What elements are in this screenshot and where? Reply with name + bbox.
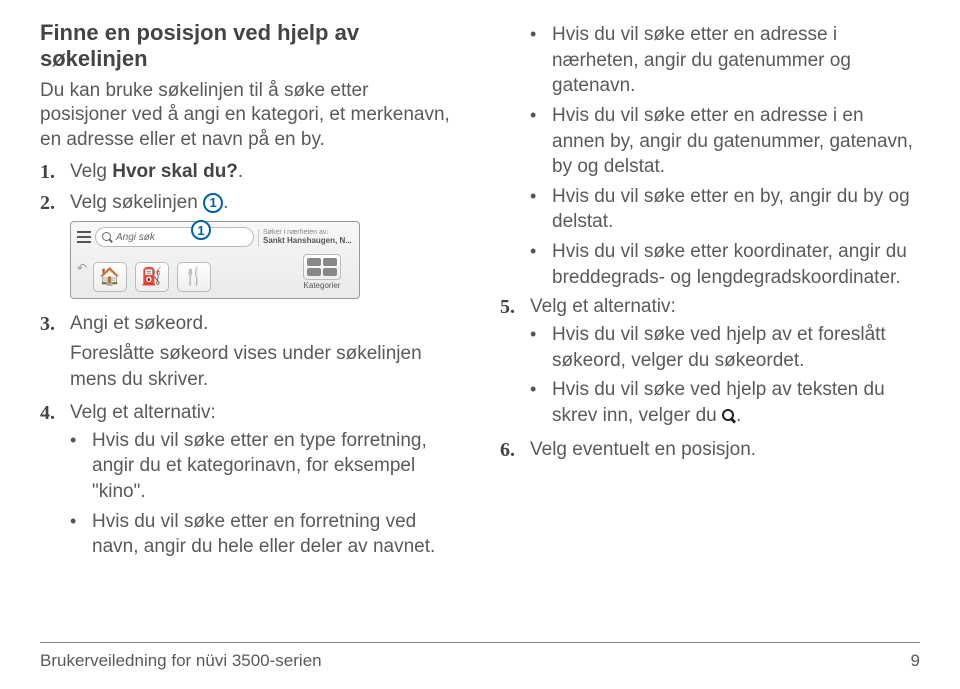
bullet-text: Hvis du vil søke etter koordinater, angi… bbox=[552, 239, 920, 290]
bullet-text-pre: Hvis du vil søke ved hjelp av teksten du… bbox=[552, 379, 885, 426]
device-screenshot: Angi søk Søker i nærheten av: Sankt Hans… bbox=[70, 221, 460, 299]
step-3: 3. Angi et søkeord. Foreslåtte søkeord v… bbox=[40, 311, 460, 396]
step-subtext: Foreslåtte søkeord vises under søkelinje… bbox=[70, 341, 460, 392]
bullet-item: Hvis du vil søke etter en type forretnin… bbox=[70, 428, 460, 505]
bullet-text-post: . bbox=[736, 405, 741, 426]
bullet-item: Hvis du vil søke ved hjelp av et foreslå… bbox=[530, 322, 920, 373]
bullet-text: Hvis du vil søke etter en by, angir du b… bbox=[552, 184, 920, 235]
step-number: 1. bbox=[40, 159, 60, 186]
near-value: Sankt Hanshaugen, N... bbox=[263, 237, 353, 246]
search-near-box[interactable]: Søker i nærheten av: Sankt Hanshaugen, N… bbox=[258, 229, 353, 245]
step-5: 5. Velg et alternativ: Hvis du vil søke … bbox=[500, 294, 920, 432]
step-4: 4. Velg et alternativ: Hvis du vil søke … bbox=[40, 400, 460, 564]
search-icon bbox=[102, 232, 112, 242]
page-footer: Brukerveiledning for nüvi 3500-serien 9 bbox=[40, 642, 920, 671]
step-text: Angi et søkeord. bbox=[70, 311, 460, 337]
categories-label: Kategorier bbox=[291, 281, 353, 292]
step-6: 6. Velg eventuelt en posisjon. bbox=[500, 437, 920, 464]
bullet-item: Hvis du vil søke etter en adresse i nærh… bbox=[530, 22, 920, 99]
callout-marker-1: 1 bbox=[203, 193, 223, 213]
step-text: Velg bbox=[70, 161, 112, 182]
bullet-text: Hvis du vil søke ved hjelp av et foreslå… bbox=[552, 322, 920, 373]
categories-icon bbox=[303, 254, 341, 280]
search-input[interactable]: Angi søk bbox=[95, 227, 254, 247]
step-number: 3. bbox=[40, 311, 60, 396]
bullet-text: Hvis du vil søke etter en adresse i en a… bbox=[552, 103, 920, 180]
intro-paragraph: Du kan bruke søkelinjen til å søke etter… bbox=[40, 79, 460, 153]
bullet-text: Hvis du vil søke etter en forretning ved… bbox=[92, 509, 460, 560]
step-lead: Velg et alternativ: bbox=[70, 400, 460, 426]
step-suffix: . bbox=[238, 161, 243, 182]
step-number: 2. bbox=[40, 190, 60, 307]
step-2: 2. Velg søkelinjen 1. Angi søk bbox=[40, 190, 460, 307]
bullet-text: Hvis du vil søke etter en adresse i nærh… bbox=[552, 22, 920, 99]
step-text: Velg søkelinjen bbox=[70, 192, 203, 213]
poi-home-tile[interactable]: 🏠 bbox=[93, 262, 127, 292]
step-suffix: . bbox=[223, 192, 228, 213]
page-title: Finne en posisjon ved hjelp av søkelinje… bbox=[40, 20, 460, 73]
search-placeholder: Angi søk bbox=[116, 231, 155, 245]
bullet-item: Hvis du vil søke etter en by, angir du b… bbox=[530, 184, 920, 235]
step-lead: Velg et alternativ: bbox=[530, 294, 920, 320]
back-icon[interactable]: ↶ bbox=[77, 260, 87, 276]
bullet-text: Hvis du vil søke etter en type forretnin… bbox=[92, 428, 460, 505]
bullet-item: Hvis du vil søke ved hjelp av teksten du… bbox=[530, 377, 920, 428]
step-number: 5. bbox=[500, 294, 520, 432]
page-number: 9 bbox=[911, 651, 920, 671]
poi-fuel-tile[interactable]: ⛽ bbox=[135, 262, 169, 292]
step-number: 6. bbox=[500, 437, 520, 464]
search-icon bbox=[722, 409, 736, 423]
bullet-item: Hvis du vil søke etter en adresse i en a… bbox=[530, 103, 920, 180]
categories-button[interactable]: Kategorier bbox=[291, 254, 353, 292]
step-action: Hvor skal du? bbox=[112, 161, 238, 182]
bullet-text: Hvis du vil søke ved hjelp av teksten du… bbox=[552, 377, 920, 428]
bullet-item: Hvis du vil søke etter en forretning ved… bbox=[70, 509, 460, 560]
step-number: 4. bbox=[40, 400, 60, 564]
poi-food-tile[interactable]: 🍴 bbox=[177, 262, 211, 292]
step-1: 1. Velg Hvor skal du?. bbox=[40, 159, 460, 186]
menu-icon bbox=[77, 231, 91, 243]
bullet-item: Hvis du vil søke etter koordinater, angi… bbox=[530, 239, 920, 290]
footer-title: Brukerveiledning for nüvi 3500-serien bbox=[40, 651, 322, 671]
step-text: Velg eventuelt en posisjon. bbox=[530, 437, 920, 464]
